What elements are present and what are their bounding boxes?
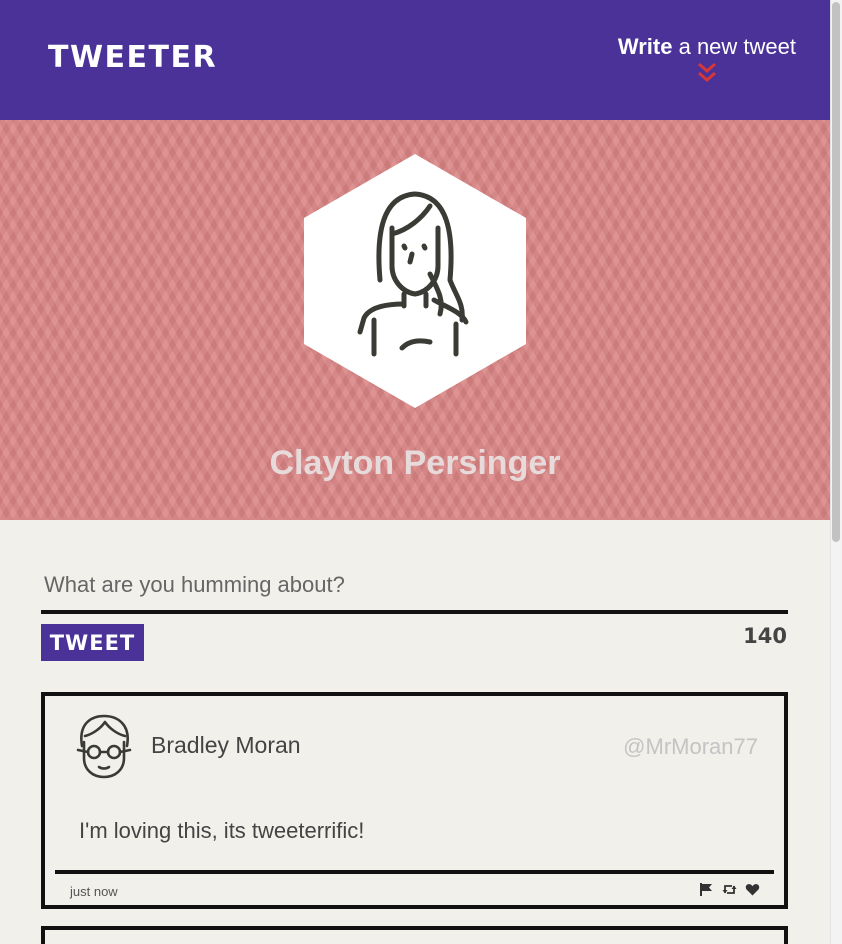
flag-icon[interactable] [699,882,714,897]
new-tweet-label: a new tweet [672,34,796,59]
tweet-author-handle: @MrMoran77 [623,734,758,759]
tweet-divider [55,870,774,874]
profile-header: Clayton Persinger [0,120,830,520]
scrollbar-thumb[interactable] [832,2,840,542]
profile-avatar [304,154,526,408]
tweet-card: Bradley Moran @MrMoran77 I'm loving this… [41,692,788,909]
write-new-tweet-toggle[interactable]: Write a new tweet [618,34,796,84]
character-counter: 140 [743,624,787,648]
write-new-tweet-label: Write a new tweet [618,34,796,60]
tweet-author-name: Bradley Moran [151,732,301,758]
glasses-man-avatar-icon [76,714,132,779]
tweet-timestamp: just now [70,884,118,899]
page: TWEETER Write a new tweet Clayton Persin… [0,0,830,944]
tweet-input[interactable] [41,560,788,614]
profile-name: Clayton Persinger [269,444,561,482]
tweet-content: I'm loving this, its tweeterrific! [79,818,365,843]
top-nav: TWEETER Write a new tweet [0,0,830,120]
write-label: Write [617,34,673,59]
retweet-icon[interactable] [722,882,737,897]
brand-logo[interactable]: TWEETER [48,40,217,75]
heart-icon[interactable] [745,882,760,897]
tweet-actions [699,882,760,897]
double-chevron-down-icon[interactable] [696,62,718,84]
tweet-button[interactable]: TWEET [41,624,144,661]
tweet-card-partial [41,926,788,944]
